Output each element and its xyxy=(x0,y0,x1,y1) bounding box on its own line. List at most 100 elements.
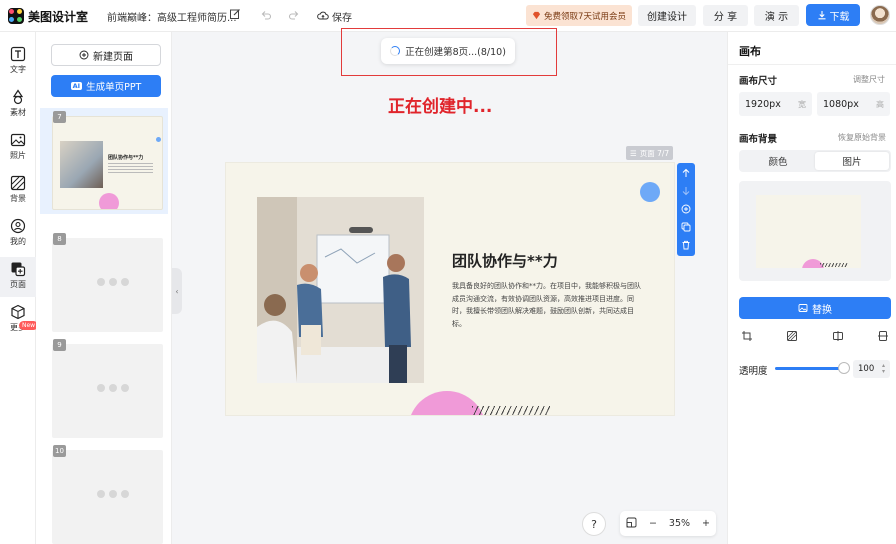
opacity-slider-handle[interactable] xyxy=(838,362,850,374)
thumbnail-text-lines xyxy=(108,163,153,175)
slide-decor-hatch xyxy=(472,406,550,415)
rail-label: 文字 xyxy=(10,65,26,74)
save-label: 保存 xyxy=(332,12,352,24)
avatar[interactable] xyxy=(870,5,890,25)
flip-horizontal-icon[interactable] xyxy=(832,330,844,342)
app-logo-icon[interactable] xyxy=(8,8,24,24)
list-icon: ☰ xyxy=(630,148,637,158)
zoom-controls: − 35% + xyxy=(620,511,716,536)
ai-icon: AI xyxy=(70,82,83,90)
share-button[interactable]: 分 享 xyxy=(703,5,748,26)
rail-label: 照片 xyxy=(10,151,26,160)
photo-icon xyxy=(10,133,26,147)
redo-icon[interactable] xyxy=(288,9,300,21)
page-number: 7 xyxy=(53,111,66,123)
shapes-icon xyxy=(12,89,24,105)
pages-panel: 新建页面 AI 生成单页PPT 团队协作与**力 7 8 9 10 xyxy=(36,32,172,544)
plus-circle-icon xyxy=(79,50,89,60)
replace-label: 替换 xyxy=(812,304,832,316)
restore-background-link[interactable]: 恢复原始背景 xyxy=(838,132,886,143)
slide-canvas[interactable]: 团队协作与**力 我具备良好的团队协作和**力。在项目中，我能够积极与团队成员沟… xyxy=(226,163,674,415)
panel-divider xyxy=(728,64,896,65)
tab-image[interactable]: 图片 xyxy=(815,152,889,170)
stepper-icon: ▴ ▾ xyxy=(881,362,885,375)
cloud-save-icon xyxy=(317,11,329,20)
adjust-size-link[interactable]: 调整尺寸 xyxy=(853,74,885,85)
replace-background-button[interactable]: 替换 xyxy=(739,297,891,319)
properties-panel: 画布 画布尺寸 调整尺寸 1920px 宽 1080px 高 画布背景 恢复原始… xyxy=(727,32,896,544)
thumbnail-dot xyxy=(156,137,161,142)
download-icon xyxy=(818,11,825,20)
page-thumbnail-9[interactable]: 9 xyxy=(40,336,168,442)
generate-ppt-button[interactable]: AI 生成单页PPT xyxy=(51,75,161,97)
pattern-icon[interactable] xyxy=(786,330,798,342)
duplicate-page-icon[interactable] xyxy=(680,221,692,233)
slide-photo[interactable] xyxy=(257,197,424,383)
slide-decor-dot xyxy=(640,182,660,202)
rail-label: 我的 xyxy=(10,237,26,246)
page-number: 10 xyxy=(53,445,66,457)
zoom-out-button[interactable]: − xyxy=(649,518,657,529)
help-button[interactable]: ? xyxy=(582,512,606,536)
crop-icon[interactable] xyxy=(741,330,753,342)
thumbnail-circle xyxy=(99,193,119,209)
opacity-slider-track[interactable] xyxy=(775,367,845,370)
text-icon xyxy=(10,46,26,62)
page-number: 8 xyxy=(53,233,66,245)
height-field[interactable]: 1080px 高 xyxy=(817,92,890,116)
app-name[interactable]: 美图设计室 xyxy=(28,8,88,25)
move-up-icon[interactable] xyxy=(680,167,692,179)
download-label: 下载 xyxy=(829,11,850,23)
add-page-icon[interactable] xyxy=(680,203,692,215)
thumbnail-photo xyxy=(60,141,103,188)
save-button[interactable]: 保存 xyxy=(317,8,352,24)
loading-toast: 正在创建第8页...(8/10) xyxy=(381,38,515,64)
page-thumbnail-10[interactable]: 10 xyxy=(40,442,168,544)
page-indicator[interactable]: ☰ 页面 7/7 xyxy=(626,146,674,160)
zoom-in-button[interactable]: + xyxy=(702,518,710,529)
tool-rail: 文字 素材 照片 背景 我的 页面 更多 New xyxy=(0,32,39,544)
create-design-button[interactable]: 创建设计 xyxy=(638,5,696,26)
collapse-panel-button[interactable]: ‹ xyxy=(172,268,182,314)
thumbnail-placeholder xyxy=(52,450,163,544)
move-down-icon[interactable] xyxy=(680,185,692,197)
present-button[interactable]: 演 示 xyxy=(754,5,799,26)
thumbnail-placeholder xyxy=(52,238,163,332)
trial-promo-button[interactable]: 免费领取7天试用会员 xyxy=(526,5,632,26)
tab-color[interactable]: 颜色 xyxy=(741,152,815,170)
canvas-background-label: 画布背景 xyxy=(739,134,778,145)
slide-title[interactable]: 团队协作与**力 xyxy=(452,250,558,271)
edit-title-icon[interactable] xyxy=(229,8,241,20)
canvas-size-label: 画布尺寸 xyxy=(739,76,778,87)
download-button[interactable]: 下载 xyxy=(806,4,860,26)
width-field[interactable]: 1920px 宽 xyxy=(739,92,812,116)
thumbnail-preview: 团队协作与**力 xyxy=(52,116,163,210)
rail-item-pages[interactable]: 页面 xyxy=(0,257,36,297)
page-thumbnail-7[interactable]: 团队协作与**力 7 xyxy=(40,108,168,214)
rail-item-materials[interactable]: 素材 xyxy=(0,85,36,125)
fit-screen-icon[interactable] xyxy=(626,517,637,531)
new-page-button[interactable]: 新建页面 xyxy=(51,44,161,66)
rail-item-photos[interactable]: 照片 xyxy=(0,128,36,168)
background-preview[interactable] xyxy=(739,181,891,281)
thumbnail-hatch xyxy=(820,263,848,267)
delete-page-icon[interactable] xyxy=(680,239,692,251)
rail-item-mine[interactable]: 我的 xyxy=(0,214,36,254)
opacity-input[interactable]: 100 ▴ ▾ xyxy=(853,360,890,378)
rail-item-background[interactable]: 背景 xyxy=(0,171,36,211)
loading-text: 正在创建第8页...(8/10) xyxy=(405,47,506,58)
undo-icon[interactable] xyxy=(260,9,272,21)
page-indicator-label: 页面 7/7 xyxy=(639,148,670,158)
new-page-label: 新建页面 xyxy=(93,51,133,63)
rail-item-more[interactable]: 更多 xyxy=(0,300,36,340)
flip-vertical-icon[interactable] xyxy=(877,330,889,342)
loading-dots xyxy=(97,490,129,498)
page-thumbnail-8[interactable]: 8 xyxy=(40,230,168,336)
slide-side-toolbar xyxy=(677,163,695,256)
rail-label: 素材 xyxy=(10,108,26,117)
rail-item-text[interactable]: 文字 xyxy=(0,42,36,82)
slide-body-text[interactable]: 我具备良好的团队协作和**力。在项目中，我能够积极与团队成员沟通交流，有效协调团… xyxy=(452,280,642,330)
zoom-level[interactable]: 35% xyxy=(669,518,690,529)
rail-label: 背景 xyxy=(10,194,26,203)
document-title[interactable]: 前端巅峰：高级工程师简历... xyxy=(107,9,237,24)
